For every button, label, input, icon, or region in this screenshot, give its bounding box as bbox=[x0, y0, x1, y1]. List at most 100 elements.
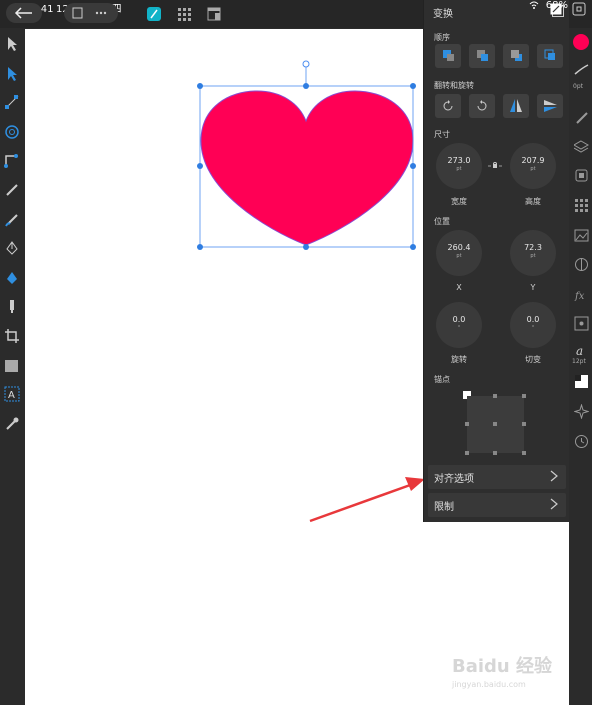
anchor-selector[interactable] bbox=[465, 394, 526, 455]
history-icon[interactable] bbox=[574, 434, 589, 449]
move-tool-icon[interactable] bbox=[4, 36, 20, 52]
send-to-back-button[interactable] bbox=[435, 44, 461, 68]
anchor-point[interactable] bbox=[522, 451, 526, 455]
forward-one-button[interactable] bbox=[503, 44, 529, 68]
send-to-back-icon bbox=[443, 50, 454, 61]
pencil-tool-icon[interactable] bbox=[4, 182, 20, 198]
position-section-label: 位置 bbox=[434, 217, 450, 226]
align-options-row[interactable]: 对齐选项 bbox=[428, 465, 566, 489]
fill-color-swatch[interactable] bbox=[573, 34, 589, 50]
rotation-value: 0.0 bbox=[452, 315, 466, 324]
transparency-tool-icon[interactable] bbox=[4, 298, 20, 314]
export-persona-icon[interactable] bbox=[206, 6, 222, 22]
anchor-point[interactable] bbox=[522, 394, 526, 398]
flip-vertical-button[interactable] bbox=[537, 94, 563, 118]
rectangle-tool-icon[interactable] bbox=[4, 358, 20, 374]
x-value: 260.4 bbox=[447, 243, 471, 252]
height-label: 高度 bbox=[525, 197, 541, 206]
svg-text:fx: fx bbox=[574, 291, 585, 302]
artistic-text-tool-icon[interactable]: A bbox=[4, 386, 20, 402]
order-section-label: 顺序 bbox=[434, 33, 450, 42]
chevron-right-icon bbox=[550, 498, 558, 510]
anchor-point[interactable] bbox=[522, 422, 526, 426]
tools-panel: A bbox=[0, 28, 24, 705]
anchor-point[interactable] bbox=[493, 394, 497, 398]
back-arrow-icon bbox=[14, 7, 32, 19]
width-label: 宽度 bbox=[451, 197, 467, 206]
y-unit: pt bbox=[530, 253, 536, 259]
anchor-section-label: 锚点 bbox=[434, 375, 450, 384]
stock-icon[interactable] bbox=[574, 228, 589, 243]
size-section-label: 尺寸 bbox=[434, 130, 450, 139]
crop-tool-icon[interactable] bbox=[4, 328, 20, 344]
swatches-icon[interactable] bbox=[574, 198, 589, 213]
shear-dial[interactable]: 0.0 ° bbox=[510, 302, 556, 348]
navigator-icon[interactable] bbox=[574, 404, 589, 419]
designer-persona-icon[interactable] bbox=[146, 6, 162, 22]
document-icon bbox=[72, 7, 107, 19]
color-picker-icon[interactable] bbox=[4, 416, 20, 432]
rotation-handle[interactable] bbox=[302, 60, 310, 68]
brushes-icon[interactable] bbox=[574, 110, 589, 125]
constraints-label: 限制 bbox=[434, 502, 454, 513]
watermark-url: jingyan.baidu.com bbox=[452, 680, 526, 689]
back-button[interactable] bbox=[6, 3, 42, 23]
layers-icon[interactable] bbox=[574, 139, 589, 154]
width-unit: pt bbox=[456, 166, 462, 172]
height-unit: pt bbox=[530, 166, 536, 172]
pin-panel-icon[interactable] bbox=[550, 3, 562, 15]
text-style-icon[interactable]: a bbox=[574, 343, 589, 358]
svg-text:A: A bbox=[8, 390, 15, 401]
corner-tool-icon[interactable] bbox=[4, 152, 20, 168]
anchor-point[interactable] bbox=[493, 422, 497, 426]
effects-icon[interactable] bbox=[574, 168, 589, 183]
adjustments-icon[interactable] bbox=[574, 257, 589, 272]
document-menu-button[interactable] bbox=[64, 3, 118, 23]
anchor-point[interactable] bbox=[465, 422, 469, 426]
wifi-icon bbox=[529, 1, 539, 9]
contour-tool-icon[interactable] bbox=[4, 124, 20, 140]
back-one-button[interactable] bbox=[469, 44, 495, 68]
shear-label: 切变 bbox=[525, 355, 541, 364]
x-unit: pt bbox=[456, 253, 462, 259]
appearance-icon[interactable] bbox=[574, 316, 589, 331]
back-one-icon bbox=[477, 50, 488, 61]
fullscreen-icon[interactable] bbox=[572, 2, 586, 16]
constraints-row[interactable]: 限制 bbox=[428, 493, 566, 517]
watermark-brand: Baidu 经验 bbox=[452, 656, 553, 677]
heart-shape[interactable] bbox=[200, 90, 414, 246]
rotate-cw-button[interactable] bbox=[469, 94, 495, 118]
bring-to-front-button[interactable] bbox=[537, 44, 563, 68]
stroke-width-icon[interactable] bbox=[574, 62, 589, 77]
rotate-cw-icon bbox=[477, 100, 487, 111]
align-options-label: 对齐选项 bbox=[434, 474, 474, 485]
width-dial[interactable]: 273.0 pt bbox=[436, 143, 482, 189]
rotate-ccw-button[interactable] bbox=[435, 94, 461, 118]
vector-brush-icon[interactable] bbox=[4, 212, 20, 228]
pixel-persona-icon[interactable] bbox=[176, 6, 192, 22]
rotate-ccw-icon bbox=[443, 100, 453, 111]
anchor-point[interactable] bbox=[493, 451, 497, 455]
y-dial[interactable]: 72.3 pt bbox=[510, 230, 556, 276]
lock-aspect-icon[interactable] bbox=[488, 160, 502, 170]
chevron-right-icon bbox=[550, 470, 558, 482]
stroke-width-value: 0pt bbox=[573, 83, 583, 90]
x-dial[interactable]: 260.4 pt bbox=[436, 230, 482, 276]
app-window: 上午9:41 12月30日周四 A bbox=[0, 0, 592, 705]
bring-to-front-icon bbox=[544, 49, 555, 60]
height-value: 207.9 bbox=[521, 156, 545, 165]
width-value: 273.0 bbox=[447, 156, 471, 165]
node-tool-icon[interactable] bbox=[4, 66, 20, 82]
x-label: X bbox=[456, 283, 462, 292]
fx-icon[interactable]: fx bbox=[574, 287, 589, 302]
shear-value: 0.0 bbox=[526, 315, 540, 324]
pen-tool-icon[interactable] bbox=[4, 240, 20, 256]
font-size-value: 12pt bbox=[572, 358, 586, 365]
point-transform-icon[interactable] bbox=[4, 94, 20, 110]
anchor-point[interactable] bbox=[465, 451, 469, 455]
transform-panel-icon[interactable] bbox=[574, 374, 589, 389]
rotation-dial[interactable]: 0.0 ° bbox=[436, 302, 482, 348]
flip-horizontal-button[interactable] bbox=[503, 94, 529, 118]
height-dial[interactable]: 207.9 pt bbox=[510, 143, 556, 189]
fill-tool-icon[interactable] bbox=[4, 270, 20, 286]
